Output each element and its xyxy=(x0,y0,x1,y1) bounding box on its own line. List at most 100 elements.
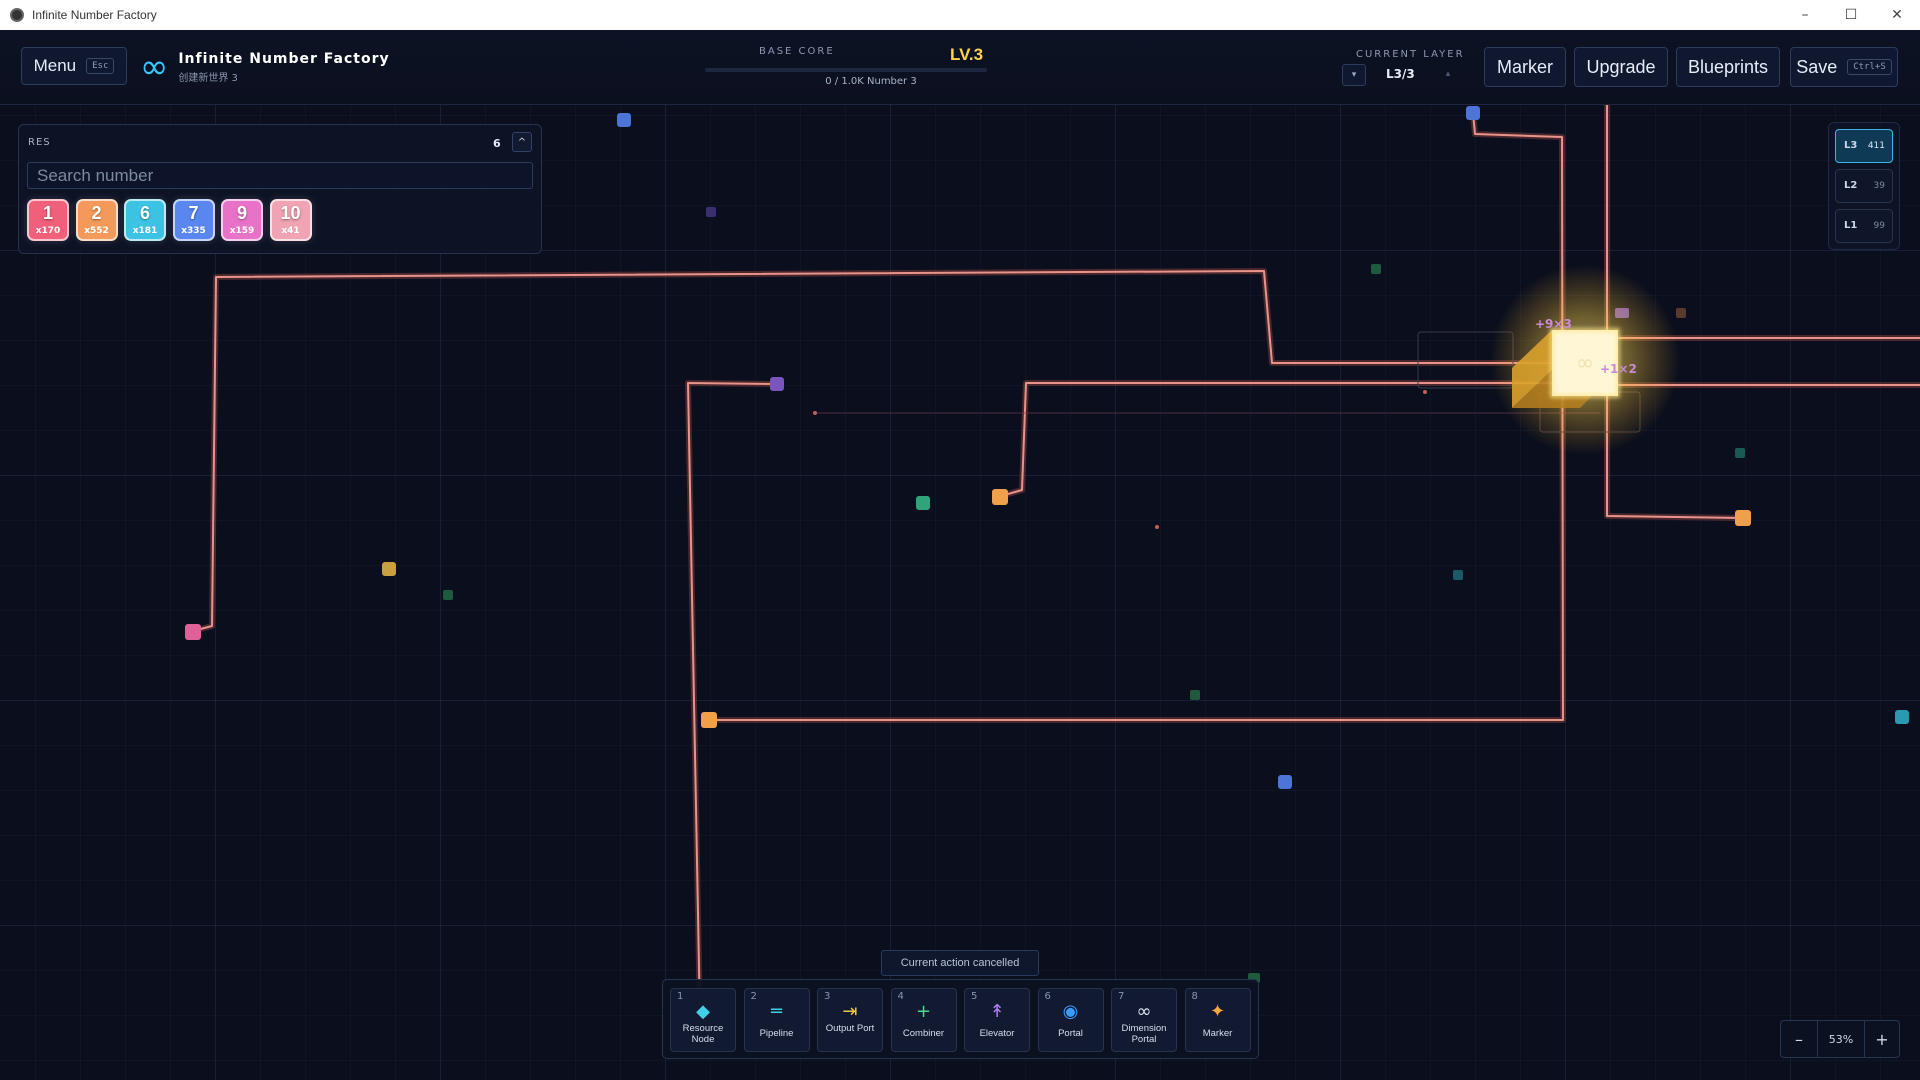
resource-node[interactable] xyxy=(1466,106,1480,120)
menu-shortcut: Esc xyxy=(86,58,115,74)
tool-label: Dimension Portal xyxy=(1121,1023,1167,1045)
tool-hotkey: 1 xyxy=(677,991,684,1002)
menu-button[interactable]: Menu Esc xyxy=(21,47,127,85)
tool-dimension-portal[interactable]: 7 ∞ Dimension Portal xyxy=(1111,988,1177,1052)
layer-name: L1 xyxy=(1844,220,1858,231)
tool-hotkey: 3 xyxy=(824,991,831,1002)
tool-label: Output Port xyxy=(825,1023,875,1034)
layer-down-button[interactable]: ▾ xyxy=(1342,64,1366,86)
core-input-label: +9×3 xyxy=(1535,317,1572,331)
resource-quantity: x170 xyxy=(35,226,61,236)
resource-node[interactable] xyxy=(770,377,784,391)
status-toast: Current action cancelled xyxy=(881,950,1039,976)
resource-node[interactable] xyxy=(1735,448,1745,458)
zoom-in-button[interactable]: + xyxy=(1864,1021,1900,1057)
layer-item-l3[interactable]: L3 411 xyxy=(1835,129,1893,163)
portal-icon: ◉ xyxy=(1062,1001,1079,1022)
resource-node[interactable] xyxy=(382,562,396,576)
resource-node[interactable] xyxy=(617,113,631,127)
collapse-button[interactable]: ^ xyxy=(512,132,532,152)
zoom-out-button[interactable]: – xyxy=(1781,1021,1817,1057)
core-infinity-icon: ∞ xyxy=(1576,351,1594,376)
tool-label: Elevator xyxy=(979,1028,1015,1039)
resource-panel: RES 6 ^ 1x1702x5526x1817x3359x15910x41 xyxy=(18,124,542,254)
resource-chip[interactable]: 7 x335 xyxy=(172,199,215,241)
resource-quantity: x552 xyxy=(84,226,109,236)
resource-node[interactable] xyxy=(443,590,453,600)
resource-quantity: x181 xyxy=(132,226,158,236)
resource-number: 6 xyxy=(139,203,150,223)
resource-node[interactable] xyxy=(1371,264,1381,274)
resource-node[interactable] xyxy=(992,489,1008,505)
infinity-icon: ∞ xyxy=(1136,1001,1152,1022)
tool-portal[interactable]: 6 ◉ Portal xyxy=(1037,988,1104,1052)
resource-node[interactable] xyxy=(1278,775,1292,789)
resource-chip[interactable]: 10 x41 xyxy=(269,199,312,241)
save-button[interactable]: Save Ctrl+S xyxy=(1790,47,1898,87)
infinity-logo-icon: ∞ xyxy=(140,47,169,87)
tool-pipeline[interactable]: 2 ═ Pipeline xyxy=(743,988,810,1052)
tool-resource-node[interactable]: 1 ◆ Resource Node xyxy=(670,988,736,1052)
base-core-level: LV.3 xyxy=(950,45,984,64)
minimize-button[interactable]: – xyxy=(1782,0,1828,30)
resource-chip[interactable]: 6 x181 xyxy=(124,199,166,241)
tool-marker[interactable]: 8 ✦ Marker xyxy=(1184,988,1251,1052)
current-layer-value: L3/3 xyxy=(1386,67,1415,81)
game-title: Infinite Number Factory xyxy=(178,50,390,67)
base-core-label: BASE CORE xyxy=(759,46,835,57)
resource-chip[interactable]: 1 x170 xyxy=(27,199,69,241)
pipeline-icon: ═ xyxy=(771,1001,782,1022)
tool-combiner[interactable]: 4 + Combiner xyxy=(890,988,957,1052)
core-output-label: +1×2 xyxy=(1600,362,1637,376)
layer-item-l1[interactable]: L1 99 xyxy=(1835,209,1893,243)
save-shortcut: Ctrl+S xyxy=(1847,59,1892,75)
layer-up-button[interactable]: ▴ xyxy=(1437,64,1459,84)
tool-hotkey: 7 xyxy=(1118,991,1125,1002)
resource-chip[interactable]: 9 x159 xyxy=(221,199,263,241)
search-input[interactable] xyxy=(27,162,533,189)
app-icon xyxy=(10,8,24,22)
resource-chip[interactable]: 2 x552 xyxy=(75,199,118,241)
maximize-button[interactable]: ☐ xyxy=(1828,0,1874,30)
blueprints-button[interactable]: Blueprints xyxy=(1676,47,1780,87)
close-button[interactable]: ✕ xyxy=(1874,0,1920,30)
upgrade-button[interactable]: Upgrade xyxy=(1574,47,1668,87)
base-core-progress-text: 0 / 1.0K Number 3 xyxy=(825,76,917,87)
resource-number: 10 xyxy=(280,203,301,223)
resource-number: 9 xyxy=(236,203,247,223)
resource-node[interactable] xyxy=(1453,570,1463,580)
resource-node[interactable] xyxy=(1735,510,1751,526)
resource-node[interactable] xyxy=(185,624,201,640)
save-label: Save xyxy=(1796,56,1838,77)
resource-number: 1 xyxy=(42,203,53,223)
resource-node[interactable] xyxy=(706,207,716,217)
resource-quantity: x41 xyxy=(281,226,300,236)
resource-node[interactable] xyxy=(701,712,717,728)
tool-elevator[interactable]: 5 ↟ Elevator xyxy=(964,988,1030,1052)
tool-label: Portal xyxy=(1058,1028,1083,1039)
diamond-icon: ◆ xyxy=(696,1001,710,1022)
resource-node[interactable] xyxy=(1676,308,1686,318)
pipe-1[interactable] xyxy=(192,270,1563,632)
layer-count: 39 xyxy=(1873,181,1885,191)
zoom-level: 53% xyxy=(1817,1021,1865,1057)
base-core[interactable]: ∞ xyxy=(1490,265,1680,455)
tool-output-port[interactable]: 3 ⇥ Output Port xyxy=(817,988,883,1052)
build-toolbar: 1 ◆ Resource Node 2 ═ Pipeline 3 ⇥ Output Port 4 +… xyxy=(662,979,1259,1059)
resource-node[interactable] xyxy=(916,496,930,510)
resource-number: 7 xyxy=(188,203,199,223)
resource-node[interactable] xyxy=(1190,690,1200,700)
tool-label: Resource Node xyxy=(682,1023,724,1045)
elevator-icon: ↟ xyxy=(989,1001,1005,1022)
marker-button[interactable]: Marker xyxy=(1484,47,1566,87)
resource-node[interactable] xyxy=(1895,710,1909,724)
output-port-icon: ⇥ xyxy=(842,1001,858,1022)
layer-item-l2[interactable]: L2 39 xyxy=(1835,169,1893,203)
window-title: Infinite Number Factory xyxy=(32,8,157,22)
tool-hotkey: 4 xyxy=(897,991,904,1002)
pipe-3[interactable] xyxy=(1000,382,1563,497)
pipe-4[interactable] xyxy=(709,112,1564,721)
resource-quantity: x159 xyxy=(229,226,255,236)
window-titlebar: Infinite Number Factory – ☐ ✕ xyxy=(0,0,1920,31)
marker-icon: ✦ xyxy=(1209,1001,1226,1022)
